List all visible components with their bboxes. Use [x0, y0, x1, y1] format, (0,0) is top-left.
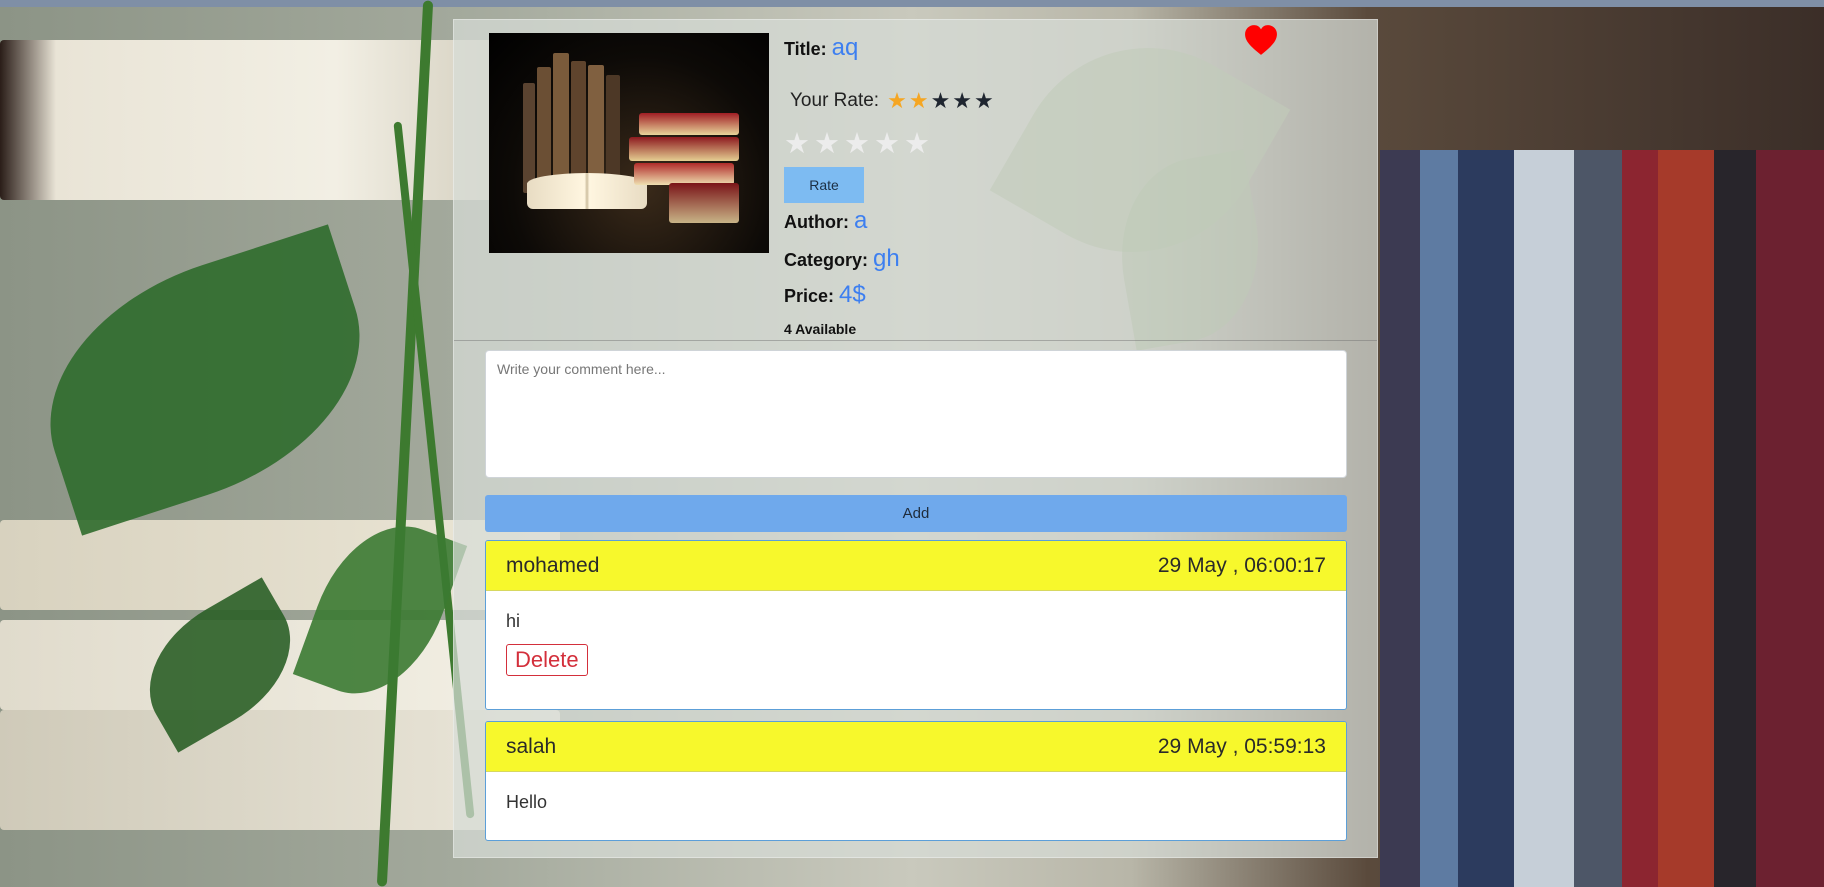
- book-cover-image: [489, 33, 769, 253]
- price-label: Price:: [784, 286, 835, 306]
- availability: 4 Available: [784, 321, 857, 337]
- delete-comment-button[interactable]: Delete: [506, 644, 588, 676]
- rate-star-2-icon[interactable]: ★: [814, 130, 840, 159]
- comment-user: mohamed: [506, 553, 600, 577]
- divider: [454, 340, 1377, 341]
- comment-text: Hello: [506, 792, 548, 812]
- heart-icon[interactable]: [1244, 23, 1278, 57]
- book-title: aq: [831, 34, 859, 61]
- price-row: Price: 4$: [784, 281, 866, 309]
- star-filled-icon: ★: [887, 88, 907, 113]
- book-category: gh: [873, 245, 900, 272]
- comment-user: salah: [506, 734, 557, 758]
- comment-body: hi Delete: [486, 591, 1346, 696]
- comment-date: 29 May , 05:59:13: [1157, 734, 1326, 758]
- category-label: Category:: [784, 250, 869, 270]
- author-label: Author:: [784, 212, 849, 232]
- rate-star-4-icon[interactable]: ★: [874, 130, 900, 159]
- star-empty-icon: ★: [930, 88, 951, 113]
- star-empty-icon: ★: [952, 88, 973, 113]
- comment-date: 29 May , 06:00:17: [1157, 553, 1326, 577]
- category-row: Category: gh: [784, 245, 900, 273]
- comment-card: salah 29 May , 05:59:13 Hello: [485, 721, 1347, 841]
- add-comment-button[interactable]: Add: [485, 495, 1347, 532]
- book-details-card: Title: aq Your Rate: ★ ★ ★ ★ ★ ★ ★ ★ ★ ★…: [453, 19, 1378, 858]
- your-rate-label: Your Rate:: [790, 90, 880, 111]
- comment-text: hi: [506, 611, 521, 631]
- author-row: Author: a: [784, 207, 867, 235]
- book-price: 4$: [839, 281, 866, 308]
- your-rate-row: Your Rate: ★ ★ ★ ★ ★: [790, 90, 994, 112]
- star-empty-icon: ★: [974, 88, 994, 113]
- comment-input[interactable]: [485, 350, 1347, 478]
- comment-body: Hello: [486, 772, 1346, 833]
- comment-header: salah 29 May , 05:59:13: [486, 722, 1346, 772]
- rate-star-5-icon[interactable]: ★: [904, 130, 930, 159]
- top-bar: [0, 0, 1824, 7]
- title-label: Title:: [784, 39, 827, 59]
- rate-star-1-icon[interactable]: ★: [784, 130, 810, 159]
- title-row: Title: aq: [784, 34, 858, 62]
- book-author: a: [853, 207, 868, 234]
- comment-card: mohamed 29 May , 06:00:17 hi Delete: [485, 540, 1347, 710]
- rating-input[interactable]: ★ ★ ★ ★ ★: [784, 130, 934, 159]
- star-filled-icon: ★: [908, 88, 929, 113]
- rate-star-3-icon[interactable]: ★: [844, 130, 870, 159]
- comment-header: mohamed 29 May , 06:00:17: [486, 541, 1346, 591]
- rate-button[interactable]: Rate: [784, 167, 864, 203]
